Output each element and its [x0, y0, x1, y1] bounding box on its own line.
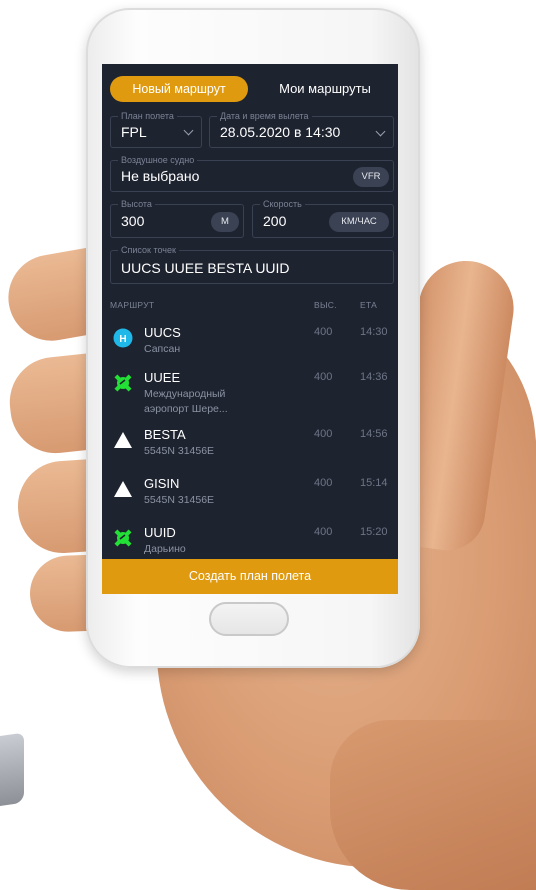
waypoint-icon — [114, 432, 132, 448]
route-point-altitude: 400 — [314, 326, 333, 338]
altitude-unit-button[interactable]: М — [211, 212, 239, 232]
route-point-code: UUCS — [144, 325, 181, 340]
eta-header: ЕТА — [360, 300, 378, 310]
route-point-altitude: 400 — [314, 371, 333, 383]
altitude-header: ВЫС. — [314, 300, 337, 310]
route-point-code: GISIN — [144, 476, 180, 491]
speed-label: Скорость — [260, 199, 305, 210]
vfr-badge[interactable]: VFR — [353, 167, 389, 187]
route-point-coords: 5545N 31456E — [144, 445, 215, 457]
route-header: МАРШРУТ — [110, 300, 155, 310]
departure-datetime-select[interactable]: Дата и время вылета 28.05.2020 в 14:30 — [209, 111, 394, 148]
route-point-eta: 14:36 — [360, 371, 388, 383]
route-point-code: BESTA — [144, 427, 186, 442]
route-point-code: UUEE — [144, 370, 181, 385]
altitude-field[interactable]: Высота 300 М — [110, 199, 244, 238]
points-list-field[interactable]: Список точек UUCS UUEE BESTA UUID — [110, 245, 394, 284]
departure-value: 28.05.2020 в 14:30 — [220, 124, 341, 140]
route-point-name: Сапсан — [144, 343, 181, 355]
route-point-coords: 5545N 31456E — [144, 494, 215, 506]
route-point-eta: 14:56 — [360, 428, 388, 440]
speed-field[interactable]: Скорость 200 КМ/ЧАС — [252, 199, 394, 238]
route-point-eta: 14:30 — [360, 326, 388, 338]
route-point-altitude: 400 — [314, 526, 333, 538]
waypoint-icon — [114, 481, 132, 497]
speed-value: 200 — [263, 213, 287, 229]
departure-label: Дата и время вылета — [217, 111, 312, 122]
flight-plan-select[interactable]: План полета FPL — [110, 111, 202, 148]
points-list-value: UUCS UUEE BESTA UUID — [121, 260, 290, 276]
route-point-name: Международный аэропорт Шере... — [144, 388, 228, 415]
airport-icon — [114, 529, 132, 547]
aircraft-value: Не выбрано — [121, 168, 200, 184]
altitude-label: Высота — [118, 199, 155, 210]
route-point-altitude: 400 — [314, 477, 333, 489]
create-flight-plan-button[interactable]: Создать план полета — [102, 559, 398, 594]
chevron-down-icon — [183, 125, 194, 136]
points-list-label: Список точек — [118, 245, 179, 256]
app-screen: Новый маршрут Мои маршруты План полета F… — [102, 64, 398, 594]
route-point-eta: 15:20 — [360, 526, 388, 538]
altitude-value: 300 — [121, 213, 145, 229]
flight-plan-label: План полета — [118, 111, 177, 122]
flight-plan-value: FPL — [121, 124, 147, 140]
home-button[interactable] — [209, 602, 289, 636]
speed-unit-button[interactable]: КМ/ЧАС — [329, 212, 389, 232]
airport-icon — [114, 374, 132, 392]
phone-frame: Новый маршрут Мои маршруты План полета F… — [86, 8, 420, 668]
route-tabs: Новый маршрут Мои маршруты — [110, 76, 390, 102]
chevron-down-icon — [375, 126, 386, 137]
aircraft-field[interactable]: Воздушное судно Не выбрано VFR — [110, 155, 394, 192]
tab-new-route[interactable]: Новый маршрут — [110, 76, 248, 102]
heliport-icon: H — [113, 328, 133, 348]
route-point-name: Дарьино — [144, 543, 186, 555]
svg-text:H: H — [119, 334, 126, 345]
aircraft-label: Воздушное судно — [118, 155, 198, 166]
route-table-header: МАРШРУТ ВЫС. ЕТА — [110, 300, 394, 312]
route-point-altitude: 400 — [314, 428, 333, 440]
laptop-corner — [0, 732, 24, 808]
hand-wrist — [330, 720, 536, 890]
tab-my-routes[interactable]: Мои маршруты — [260, 76, 390, 102]
route-point-code: UUID — [144, 525, 176, 540]
route-point-eta: 15:14 — [360, 477, 388, 489]
